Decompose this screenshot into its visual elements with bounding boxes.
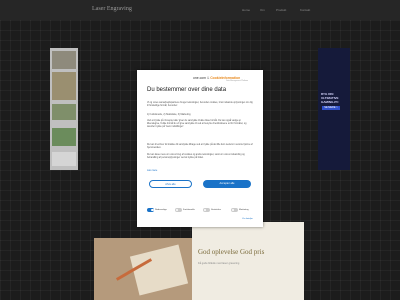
site-header: Laser Engraving Home Om Produkt Kontakt [0,0,400,20]
article-subtitle: Få gode billede med laser gravering [198,262,240,265]
nav-item-product[interactable]: Produkt [276,8,286,12]
nav-item-about[interactable]: Om [260,8,265,12]
article-image [94,238,192,300]
ad-text: RYG DIN ULTIMATIVE GAMING-PC [321,92,339,104]
toggle-label: Nødvendige [155,208,167,211]
article-card: God oplevelse God pris Få gode billede m… [192,222,304,300]
read-more-link[interactable]: Læs mere [147,170,157,172]
reject-all-button[interactable]: Afvis alle [149,180,192,188]
nav-item-contact[interactable]: Kontakt [300,8,310,12]
toggle-switch[interactable] [147,208,154,212]
toggle-label: Funktionelle [183,208,195,211]
ad-image [52,104,76,120]
toggle-label: Statistiske [211,208,221,211]
consent-toggles: Nødvendige Funktionelle Statistiske Mark… [147,208,257,214]
ad-image [52,152,76,166]
toggle-functional[interactable]: Funktionelle [175,208,195,212]
consent-title: Du bestemmer over dine data [147,87,227,93]
consent-paragraph: 1) Funktionelle, 2) Statistiske, 3) Mark… [147,114,191,116]
brand-name: one.com [193,76,207,80]
accept-all-button[interactable]: Accepter alle [203,180,251,188]
cookie-consent-dialog: one.com & CookieInformation Data Managem… [137,70,263,227]
ad-image [52,51,76,69]
site-title[interactable]: Laser Engraving [92,6,132,12]
consent-paragraph: Ved at trykke på 'Accepter alle' giver d… [147,120,247,128]
toggle-switch[interactable] [231,208,238,212]
toggle-switch[interactable] [175,208,182,212]
toggle-label: Marketing [239,208,249,211]
consent-paragraph: Du kan til enhver tid trække dit samtykk… [147,144,253,149]
ad-image [52,128,76,146]
brand-subtitle: Data Management Platform [226,80,248,82]
toggle-necessary[interactable]: Nødvendige [147,208,167,212]
toggle-switch[interactable] [203,208,210,212]
toggle-statistics[interactable]: Statistiske [203,208,221,212]
notepad-graphic [129,244,189,296]
ad-cta-button[interactable]: SE MERE > [322,106,340,110]
toggle-marketing[interactable]: Marketing [231,208,249,212]
nav-item-home[interactable]: Home [242,8,250,12]
brand-amp: & [206,76,210,80]
show-details-link[interactable]: Vis detaljer [242,218,253,220]
consent-paragraph: Du kan læse mere om vores brug af cookie… [147,154,245,159]
article-title[interactable]: God oplevelse God pris [198,248,264,256]
consent-paragraph: Vi og vores samarbejdspartnere bruger te… [147,102,253,107]
left-ad-banner[interactable] [50,48,78,170]
ad-image [52,72,76,100]
right-ad-banner[interactable]: RYG DIN ULTIMATIVE GAMING-PC SE MERE > [318,48,350,170]
